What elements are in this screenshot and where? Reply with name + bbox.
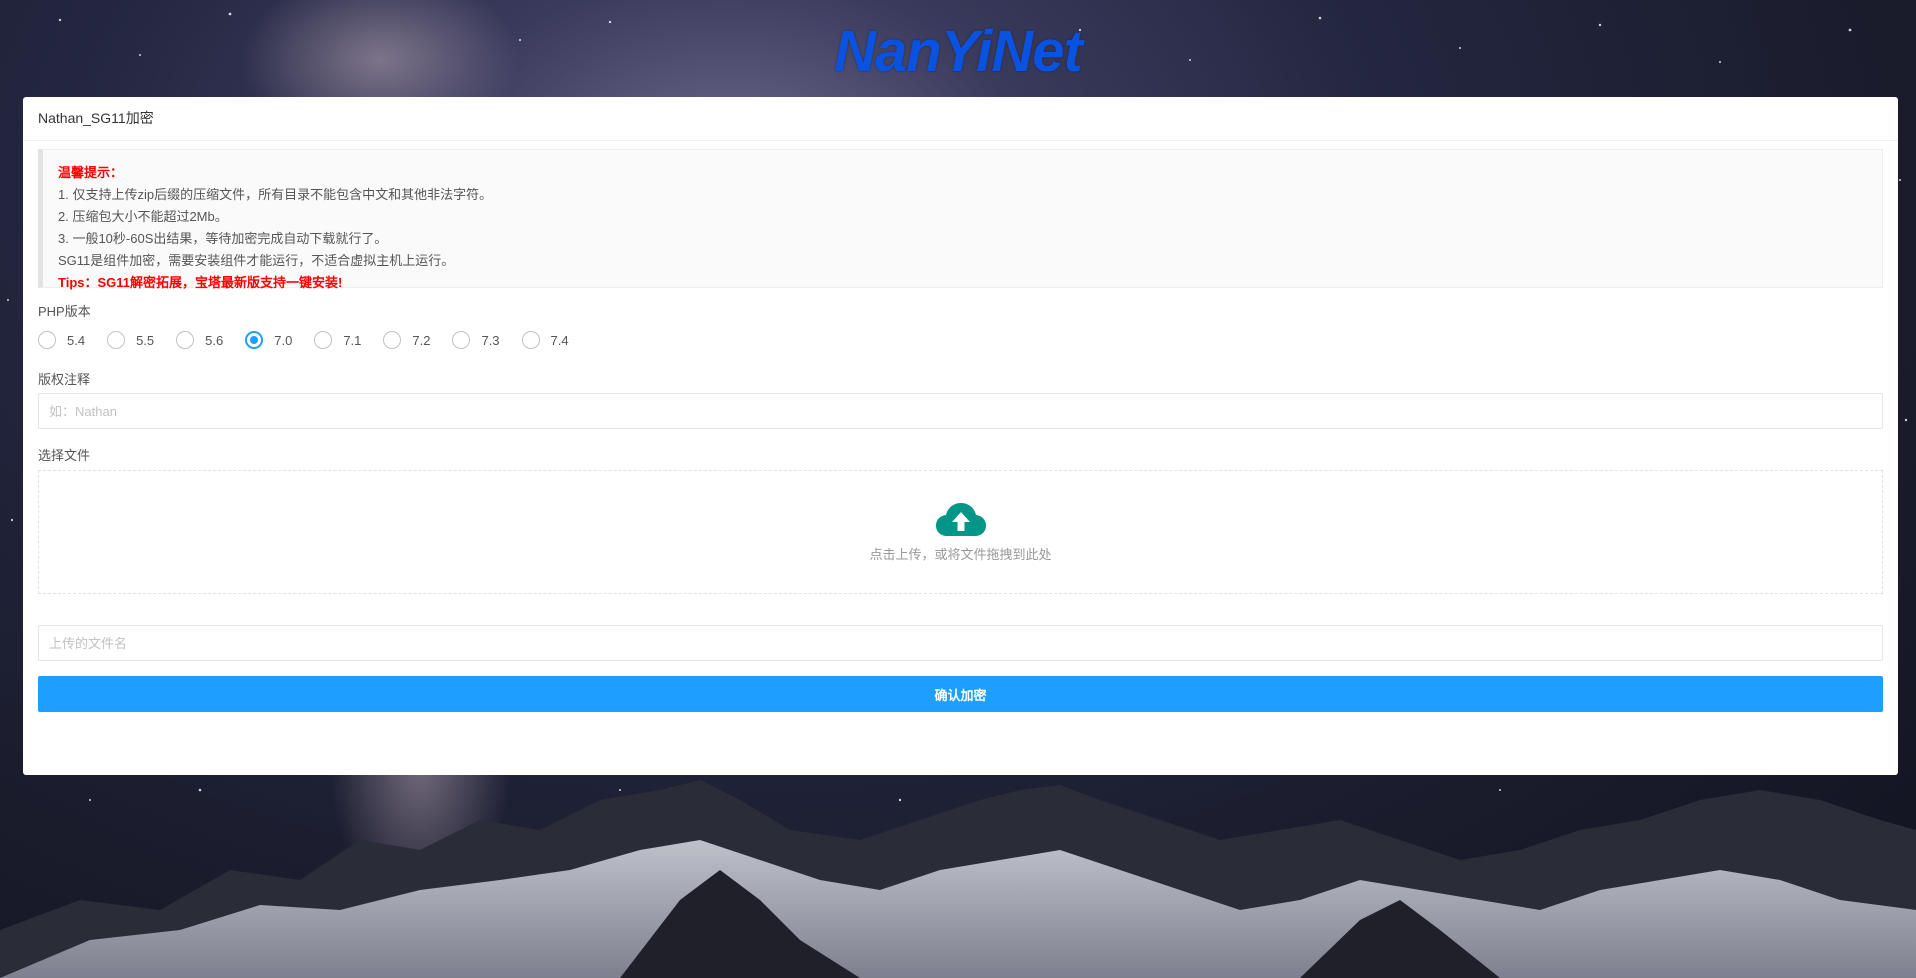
php-version-label: PHP版本 bbox=[38, 304, 91, 319]
site-logo: NanYiNet bbox=[834, 19, 1083, 84]
notice-tips: Tips：SG11解密拓展，宝塔最新版支持一键安装! bbox=[58, 275, 343, 290]
file-upload-dropzone[interactable]: 点击上传，或将文件拖拽到此处 bbox=[38, 470, 1883, 594]
confirm-encrypt-button[interactable]: 确认加密 bbox=[38, 676, 1883, 712]
notice-line-2: 2. 压缩包大小不能超过2Mb。 bbox=[58, 209, 228, 224]
php-version-option[interactable]: 7.4 bbox=[521, 331, 569, 349]
radio-circle-icon[interactable] bbox=[383, 331, 402, 349]
notice-box: 温馨提示： 1. 仅支持上传zip后缀的压缩文件，所有目录不能包含中文和其他非法… bbox=[38, 149, 1883, 290]
radio-circle-icon[interactable] bbox=[452, 331, 471, 349]
uploaded-filename-input[interactable] bbox=[38, 625, 1883, 661]
upload-hint-text: 点击上传，或将文件拖拽到此处 bbox=[869, 546, 1052, 562]
php-version-option-label: 7.1 bbox=[343, 332, 362, 348]
php-version-option-label: 7.3 bbox=[481, 332, 500, 348]
radio-circle-icon[interactable] bbox=[107, 331, 126, 349]
php-version-option-label: 7.4 bbox=[550, 332, 569, 348]
encrypt-card: Nathan_SG11加密 温馨提示： 1. 仅支持上传zip后缀的压缩文件，所… bbox=[23, 97, 1898, 775]
notice-line-1: 1. 仅支持上传zip后缀的压缩文件，所有目录不能包含中文和其他非法字符。 bbox=[58, 187, 493, 202]
card-title: Nathan_SG11加密 bbox=[23, 97, 1898, 141]
notice-heading: 温馨提示： bbox=[58, 165, 124, 180]
copyright-label: 版权注释 bbox=[38, 372, 91, 387]
php-version-option-label: 7.2 bbox=[412, 332, 431, 348]
php-version-option-label: 5.5 bbox=[136, 332, 155, 348]
php-version-option[interactable]: 5.4 bbox=[38, 331, 85, 349]
php-version-option-label: 5.4 bbox=[67, 332, 86, 348]
php-version-option[interactable]: 7.1 bbox=[314, 331, 361, 349]
radio-circle-icon[interactable] bbox=[176, 331, 195, 349]
radio-circle-icon[interactable] bbox=[521, 331, 540, 349]
php-version-option-label: 7.0 bbox=[274, 332, 293, 348]
php-version-option[interactable]: 7.2 bbox=[383, 331, 430, 349]
php-version-option[interactable]: 7.3 bbox=[452, 331, 500, 349]
cloud-upload-icon bbox=[935, 502, 986, 536]
radio-circle-icon[interactable] bbox=[38, 331, 56, 349]
card-body: 温馨提示： 1. 仅支持上传zip后缀的压缩文件，所有目录不能包含中文和其他非法… bbox=[23, 141, 1898, 712]
php-version-radio-group: 5.4 5.5 5.6 7.0 7.1 7.2 7.3 7.4 bbox=[38, 328, 1883, 352]
php-version-option[interactable]: 5.6 bbox=[176, 331, 223, 349]
notice-line-4: SG11是组件加密，需要安装组件才能运行，不适合虚拟主机上运行。 bbox=[58, 253, 455, 268]
copyright-input[interactable] bbox=[38, 393, 1883, 429]
php-version-option-label: 5.6 bbox=[205, 332, 224, 348]
php-version-option[interactable]: 7.0 bbox=[245, 331, 292, 349]
radio-circle-icon[interactable] bbox=[245, 331, 264, 349]
php-version-option[interactable]: 5.5 bbox=[107, 331, 154, 349]
file-label: 选择文件 bbox=[38, 448, 91, 463]
notice-line-3: 3. 一般10秒-60S出结果，等待加密完成自动下载就行了。 bbox=[58, 231, 388, 246]
radio-circle-icon[interactable] bbox=[314, 331, 333, 349]
